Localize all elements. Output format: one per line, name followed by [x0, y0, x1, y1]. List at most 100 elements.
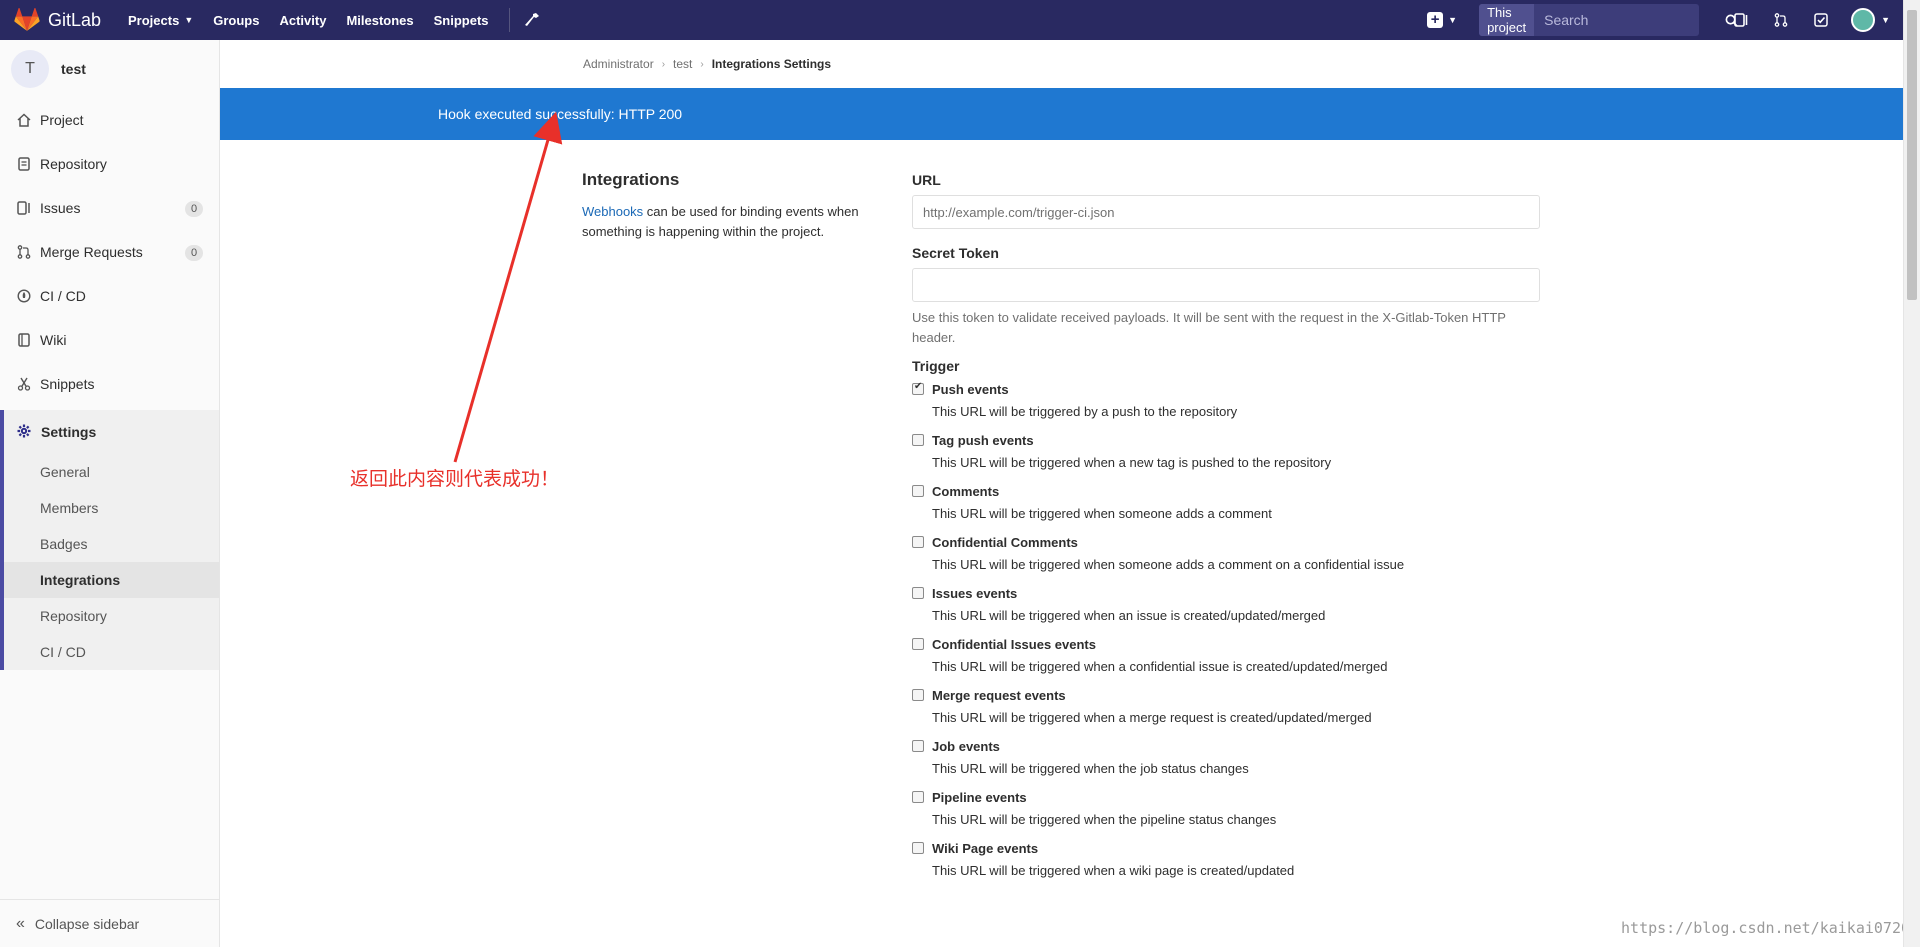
plus-icon: + — [1427, 12, 1444, 28]
trigger-description: This URL will be triggered when an issue… — [932, 608, 1326, 623]
webhooks-link[interactable]: Webhooks — [582, 204, 643, 219]
home-icon — [16, 112, 32, 128]
trigger-checkbox[interactable] — [912, 689, 924, 701]
fox-logo-icon — [14, 8, 40, 31]
url-input[interactable]: http://example.com/trigger-ci.json — [912, 195, 1540, 229]
breadcrumb-current[interactable]: Integrations Settings — [712, 57, 831, 71]
trigger-list: Push events This URL will be triggered by… — [912, 380, 1540, 878]
watermark: https://blog.csdn.net/kaikai0720 — [1621, 919, 1910, 937]
nav-snippets[interactable]: Snippets — [424, 0, 499, 40]
trigger-description: This URL will be triggered when someone … — [932, 557, 1405, 572]
webhook-form: URL http://example.com/trigger-ci.json S… — [912, 172, 1540, 890]
trigger-checkbox-label[interactable]: Confidential Issues events — [912, 635, 1540, 653]
sidebar-project-header[interactable]: T test — [0, 40, 219, 98]
trigger-description: This URL will be triggered by a push to … — [932, 404, 1238, 419]
trigger-checkbox-label[interactable]: Merge request events — [912, 686, 1540, 704]
trigger-checkbox[interactable] — [912, 791, 924, 803]
nav-milestones[interactable]: Milestones — [336, 0, 423, 40]
trigger-checkbox-label[interactable]: Wiki Page events — [912, 839, 1540, 857]
intro-text: Webhooks can be used for binding events … — [582, 204, 859, 239]
trigger-option: Job events This URL will be triggered whe… — [912, 737, 1540, 776]
trigger-description: This URL will be triggered when a new ta… — [932, 455, 1332, 470]
chevron-right-icon: › — [661, 58, 666, 70]
chevron-right-icon: › — [700, 58, 704, 70]
sidebar-item-settings[interactable]: Settings — [4, 410, 219, 454]
trigger-checkbox[interactable] — [912, 587, 924, 599]
secret-token-help: Use this token to validate received payl… — [912, 310, 1506, 345]
search-input[interactable] — [1534, 4, 1726, 36]
trigger-option: Issues events This URL will be triggered … — [912, 584, 1540, 623]
admin-wrench-icon[interactable] — [520, 8, 544, 32]
issues-nav-icon[interactable] — [1721, 0, 1761, 40]
sidebar-subitem-members[interactable]: Members — [4, 490, 219, 526]
page-title: Integrations — [582, 170, 680, 189]
trigger-checkbox-label[interactable]: Push events — [912, 380, 1540, 398]
trigger-checkbox-label[interactable]: Tag push events — [912, 431, 1540, 449]
trigger-title: Wiki Page events — [932, 840, 1039, 856]
page-scrollbar[interactable] — [1903, 0, 1920, 947]
url-label: URL — [912, 172, 941, 188]
trigger-checkbox-label[interactable]: Comments — [912, 482, 1540, 500]
sidebar-item-wiki[interactable]: Wiki — [0, 318, 219, 362]
trigger-checkbox[interactable] — [912, 638, 924, 650]
todos-nav-icon[interactable] — [1801, 0, 1841, 40]
breadcrumb: Administrator › test › Integrations Sett… — [583, 57, 831, 71]
secret-token-label: Secret Token — [912, 245, 999, 261]
chevron-down-icon: ▼ — [1881, 15, 1890, 25]
trigger-checkbox[interactable] — [912, 434, 924, 446]
trigger-checkbox-label[interactable]: Confidential Comments — [912, 533, 1540, 551]
url-placeholder: http://example.com/trigger-ci.json — [923, 204, 1115, 220]
trigger-title: Confidential Comments — [932, 534, 1078, 550]
trigger-checkbox[interactable] — [912, 740, 924, 752]
breadcrumb-administrator[interactable]: Administrator — [583, 57, 654, 71]
collapse-sidebar-button[interactable]: « Collapse sidebar — [0, 899, 219, 947]
nav-projects[interactable]: Projects ▼ — [118, 0, 203, 40]
sidebar-item-repository[interactable]: Repository — [0, 142, 219, 186]
trigger-title: Push events — [932, 381, 1009, 397]
secret-token-input[interactable] — [912, 268, 1540, 302]
sidebar-settings-section: Settings General Members Badges Integrat… — [0, 410, 219, 670]
nav-groups[interactable]: Groups — [203, 0, 269, 40]
trigger-description: This URL will be triggered when a merge … — [932, 710, 1372, 725]
search-scope[interactable]: This project — [1479, 4, 1535, 36]
merge-requests-nav-icon[interactable] — [1761, 0, 1801, 40]
merge-icon — [16, 244, 32, 260]
scrollbar-thumb[interactable] — [1907, 10, 1917, 300]
sidebar-subitem-repository[interactable]: Repository — [4, 598, 219, 634]
sidebar-item-snippets[interactable]: Snippets — [0, 362, 219, 406]
nav-activity[interactable]: Activity — [269, 0, 336, 40]
trigger-title: Merge request events — [932, 687, 1066, 703]
issues-count-badge: 0 — [185, 201, 203, 217]
trigger-checkbox[interactable] — [912, 536, 924, 548]
trigger-option: Push events This URL will be triggered by… — [912, 380, 1540, 419]
merge-requests-count-badge: 0 — [185, 245, 203, 261]
issues-icon — [16, 200, 32, 216]
user-menu[interactable]: ▼ — [1851, 8, 1890, 32]
sidebar-item-project[interactable]: Project — [0, 98, 219, 142]
book-icon — [16, 332, 32, 348]
trigger-title: Confidential Issues events — [932, 636, 1096, 652]
trigger-checkbox-label[interactable]: Job events — [912, 737, 1540, 755]
project-name: test — [61, 61, 86, 77]
trigger-checkbox[interactable] — [912, 381, 924, 395]
gear-icon — [17, 424, 33, 440]
sidebar-item-issues[interactable]: Issues 0 — [0, 186, 219, 230]
trigger-option: Merge request events This URL will be tri… — [912, 686, 1540, 725]
breadcrumb-project[interactable]: test — [673, 57, 692, 71]
trigger-checkbox[interactable] — [912, 842, 924, 854]
flash-notice: Hook executed successfully: HTTP 200 — [220, 88, 1904, 140]
sidebar-subitem-ci-cd[interactable]: CI / CD — [4, 634, 219, 670]
sidebar-subitem-general[interactable]: General — [4, 454, 219, 490]
brand-name: GitLab — [48, 9, 102, 30]
trigger-checkbox-label[interactable]: Issues events — [912, 584, 1540, 602]
trigger-title: Pipeline events — [932, 789, 1027, 805]
sidebar-subitem-badges[interactable]: Badges — [4, 526, 219, 562]
sidebar-item-merge-requests[interactable]: Merge Requests 0 — [0, 230, 219, 274]
trigger-checkbox-label[interactable]: Pipeline events — [912, 788, 1540, 806]
sidebar-subitem-integrations[interactable]: Integrations — [4, 562, 219, 598]
gitlab-logo[interactable]: GitLab — [14, 8, 118, 32]
sidebar-item-ci-cd[interactable]: CI / CD — [0, 274, 219, 318]
trigger-checkbox[interactable] — [912, 485, 924, 497]
new-dropdown-button[interactable]: + ▼ — [1427, 12, 1457, 28]
project-avatar: T — [11, 50, 49, 88]
